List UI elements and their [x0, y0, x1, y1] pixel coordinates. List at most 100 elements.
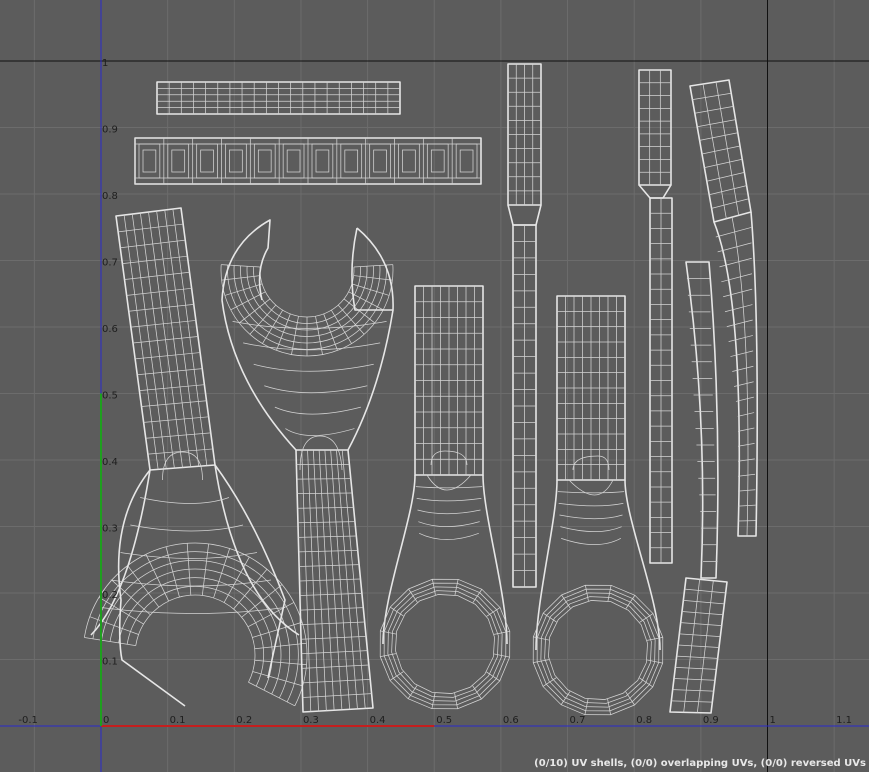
wire-edge: [540, 592, 656, 708]
wire-edge: [196, 143, 218, 179]
v-tick-label: 0.7: [102, 258, 118, 269]
wire-edge: [697, 119, 736, 128]
wire-edge: [536, 588, 660, 712]
wire-edge: [167, 143, 190, 179]
v-tick-label: 0.8: [102, 191, 118, 202]
uv-canvas[interactable]: -0.1 0 0.1 0.2 0.3 0.4 0.5 0.6 0.7 0.8 0.9 1 1.1 1 0.9…: [0, 0, 869, 772]
wire-edge: [548, 600, 648, 700]
wire-edge: [673, 678, 716, 681]
wire-edge: [625, 691, 635, 706]
uv-editor-viewport[interactable]: -0.1 0 0.1 0.2 0.3 0.4 0.5 0.6 0.7 0.8 0.9 1 1.1 1 0.9…: [0, 0, 869, 772]
wire-edge: [369, 143, 391, 179]
wire-edge: [459, 149, 474, 173]
shell-outline: [214, 464, 286, 679]
wire-edge: [300, 621, 365, 626]
wire-edge: [726, 319, 753, 328]
wire-edge: [383, 582, 507, 706]
v-tick-label: 0.3: [102, 524, 118, 535]
shell-outline: [638, 184, 672, 199]
shell-outline: [685, 261, 719, 579]
wire-edge: [701, 145, 741, 155]
wire-edge: [297, 492, 353, 495]
wire-edge: [728, 335, 753, 342]
wire-edge: [299, 564, 360, 567]
wire-edge: [395, 594, 495, 694]
u-tick-label: 0: [103, 715, 109, 726]
shell-outline: [347, 309, 394, 451]
wire-edge: [379, 578, 511, 710]
wire-edge: [737, 443, 755, 447]
wire-edge: [298, 535, 357, 538]
u-tick-label: 1: [770, 715, 776, 726]
wire-edge: [299, 435, 343, 471]
u-tick-label: 0.7: [570, 715, 586, 726]
shell-long-strip-1[interactable]: [507, 63, 542, 588]
wire-edge: [302, 678, 371, 684]
wire-edge: [676, 655, 718, 659]
wire-edge: [711, 198, 749, 209]
shell-ring-spanner-1[interactable]: [379, 285, 511, 710]
wire-edge: [730, 350, 754, 357]
uv-shells[interactable]: [84, 63, 759, 716]
wire-edge: [532, 584, 664, 716]
shell-long-strip-2[interactable]: [638, 69, 673, 564]
wire-edge: [734, 381, 754, 387]
wire-edge: [301, 650, 368, 655]
wire-edge: [299, 578, 361, 582]
wire-edge: [229, 149, 243, 173]
wire-edge: [301, 635, 367, 640]
u-tick-label: 0.1: [170, 715, 186, 726]
wire-edge: [92, 551, 299, 703]
wire-edge: [675, 666, 717, 670]
u-tick-label: 0.3: [303, 715, 319, 726]
wire-edge: [302, 693, 372, 698]
wire-edge: [559, 514, 623, 520]
wire-edge: [311, 143, 334, 179]
shell-outline: [669, 577, 728, 714]
shell-curved-strip-2[interactable]: [669, 261, 728, 714]
wire-edge: [118, 577, 273, 691]
wire-edge: [684, 588, 726, 594]
wire-edge: [101, 559, 290, 699]
wire-edge: [285, 428, 355, 436]
wire-edge: [737, 489, 756, 492]
shell-bar-top[interactable]: [156, 81, 401, 115]
wire-edge: [558, 502, 624, 507]
shell-ring-spanner-2[interactable]: [532, 295, 664, 716]
wire-edge: [561, 594, 571, 609]
wire-edge: [426, 143, 449, 179]
wire-edge: [387, 586, 503, 702]
wire-edge: [677, 644, 720, 648]
wire-edge: [408, 588, 418, 603]
wire-edge: [315, 149, 330, 173]
wire-edge: [253, 266, 361, 324]
wire-edge: [639, 613, 654, 623]
shell-curved-strip-1[interactable]: [689, 79, 759, 537]
wire-edge: [430, 149, 445, 173]
shell-outline: [535, 479, 558, 651]
wire-edge: [135, 594, 256, 683]
shell-outline: [624, 479, 661, 651]
wire-edge: [737, 473, 756, 477]
wire-edge: [704, 158, 743, 168]
shell-grip-strip[interactable]: [134, 137, 482, 185]
wire-edge: [560, 526, 622, 533]
uv-status-text: (0/10) UV shells, (0/0) overlapping UVs,…: [534, 758, 866, 769]
shell-outline: [482, 474, 508, 645]
wire-edge: [398, 143, 420, 179]
wire-edge: [416, 497, 482, 502]
wire-edge: [418, 521, 480, 528]
v-tick-label: 0.5: [102, 391, 118, 402]
shell-outline: [351, 227, 394, 311]
wire-edge: [298, 549, 358, 553]
wire-edge: [455, 143, 478, 179]
wire-edge: [391, 590, 499, 698]
wire-edge: [253, 143, 276, 179]
wire-edge: [417, 509, 481, 515]
wire-edge: [344, 149, 359, 173]
wire-edge: [671, 700, 713, 703]
wire-edge: [120, 552, 258, 559]
wire-edge: [300, 607, 364, 611]
wire-edge: [737, 412, 755, 417]
u-tick-label: 0.4: [370, 715, 386, 726]
